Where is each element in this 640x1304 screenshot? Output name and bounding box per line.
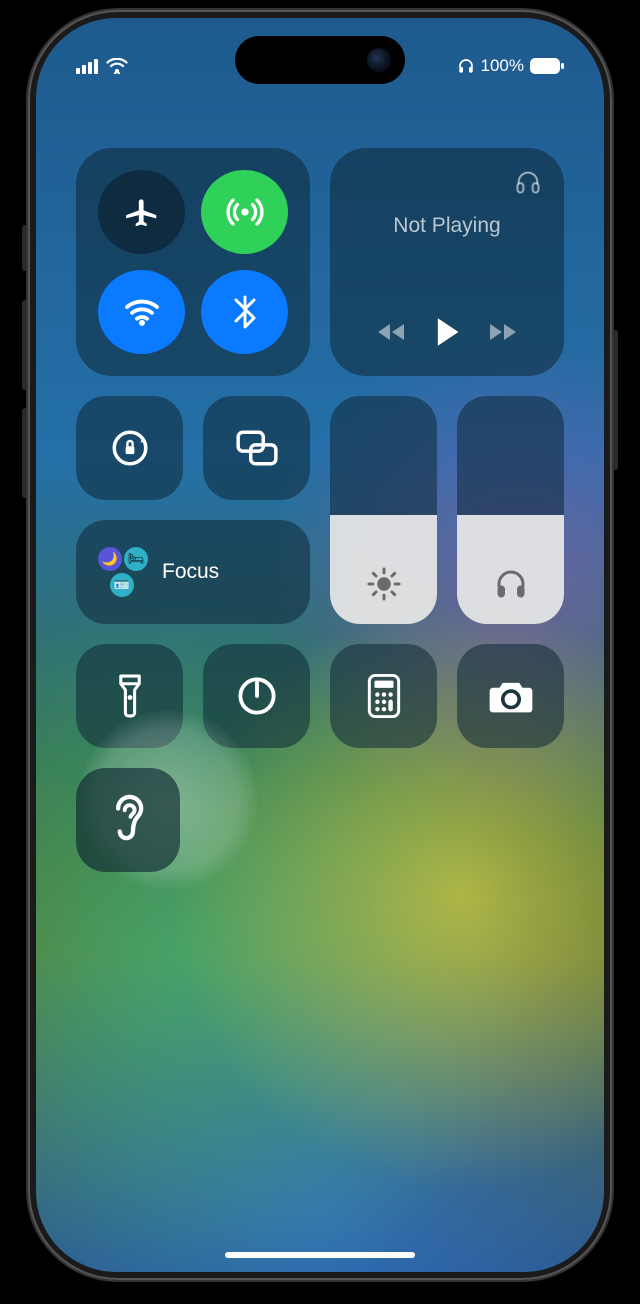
brightness-slider[interactable] bbox=[330, 396, 437, 624]
home-indicator[interactable] bbox=[225, 1252, 415, 1258]
screen-mirroring-icon bbox=[235, 428, 279, 468]
connectivity-group[interactable] bbox=[76, 148, 310, 376]
airplane-icon bbox=[123, 193, 161, 231]
timer-icon bbox=[236, 675, 278, 717]
camera-button[interactable] bbox=[457, 644, 564, 748]
rewind-button[interactable] bbox=[374, 320, 408, 344]
calculator-icon bbox=[367, 674, 401, 718]
screen: 100% bbox=[36, 18, 604, 1272]
orientation-lock-icon bbox=[109, 427, 151, 469]
phone-frame: 100% bbox=[28, 10, 612, 1280]
battery-percent-label: 100% bbox=[481, 56, 524, 76]
timer-button[interactable] bbox=[203, 644, 310, 748]
media-title-label: Not Playing bbox=[352, 214, 542, 238]
bluetooth-button[interactable] bbox=[201, 270, 288, 354]
cellular-antenna-icon bbox=[225, 192, 265, 232]
airplane-mode-button[interactable] bbox=[98, 170, 185, 254]
volume-slider[interactable] bbox=[457, 396, 564, 624]
headphones-status-icon bbox=[457, 57, 475, 75]
side-button-power bbox=[612, 330, 618, 470]
cellular-data-button[interactable] bbox=[201, 170, 288, 254]
focus-label: Focus bbox=[162, 560, 219, 584]
media-playback-tile[interactable]: Not Playing bbox=[330, 148, 564, 376]
camera-icon bbox=[488, 677, 534, 715]
flashlight-button[interactable] bbox=[76, 644, 183, 748]
orientation-lock-button[interactable] bbox=[76, 396, 183, 500]
wifi-button[interactable] bbox=[98, 270, 185, 354]
battery-icon bbox=[530, 58, 564, 74]
hearing-button[interactable] bbox=[76, 768, 180, 872]
flashlight-icon bbox=[116, 673, 144, 719]
wifi-status-icon bbox=[106, 58, 128, 74]
bluetooth-icon bbox=[227, 294, 263, 330]
wifi-icon bbox=[122, 292, 162, 332]
fast-forward-button[interactable] bbox=[486, 320, 520, 344]
cellular-signal-icon bbox=[76, 58, 100, 74]
focus-button[interactable]: 🌙 🛏 🪪 Focus bbox=[76, 520, 310, 624]
airplay-audio-icon[interactable] bbox=[514, 168, 542, 196]
focus-mode-icons: 🌙 🛏 🪪 bbox=[98, 547, 148, 597]
brightness-icon bbox=[366, 566, 402, 602]
front-camera bbox=[367, 48, 391, 72]
headphones-icon bbox=[493, 566, 529, 602]
dynamic-island bbox=[235, 36, 405, 84]
ear-icon bbox=[106, 792, 150, 848]
calculator-button[interactable] bbox=[330, 644, 437, 748]
play-button[interactable] bbox=[432, 316, 462, 348]
screen-mirroring-button[interactable] bbox=[203, 396, 310, 500]
control-center: Not Playing bbox=[76, 148, 564, 1232]
